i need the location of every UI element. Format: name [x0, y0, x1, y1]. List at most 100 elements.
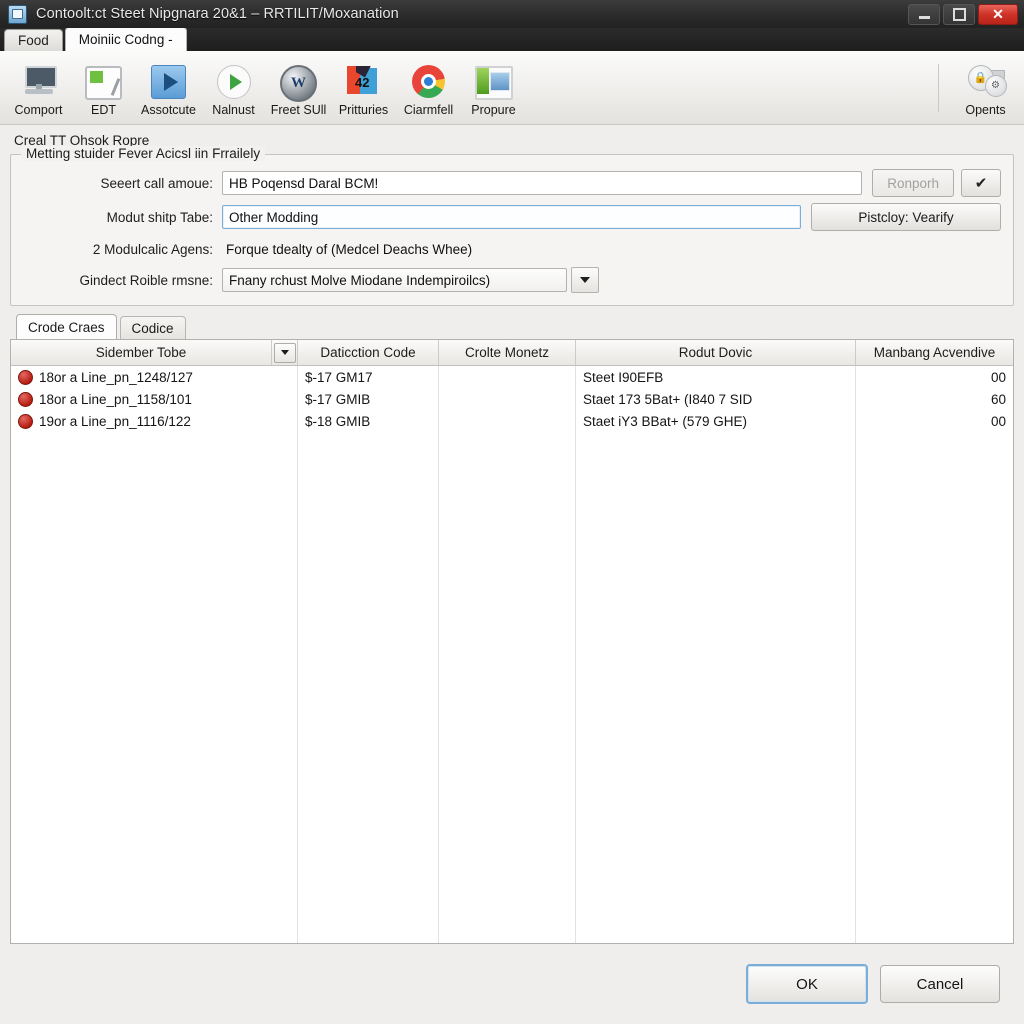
chevron-down-icon[interactable]: [571, 267, 599, 293]
toolbar-label-comport: Comport: [14, 102, 63, 117]
program-window-icon: [474, 62, 513, 100]
combo-gindect-roible-rmsne[interactable]: Fnany rchust Molve Miodane Indempiroilcs…: [222, 268, 567, 292]
error-bullet: [18, 391, 33, 407]
toolbar-item-assotcute[interactable]: Assotcute: [136, 59, 201, 117]
form-row-modulcalic-agens: 2 Modulcalic Agens: Forque tdealty of (M…: [23, 237, 1001, 261]
application-window: Contoolt:ct Steet Nipgnara 20&1 – RRTILI…: [0, 0, 1024, 1024]
monitor-icon: [20, 62, 58, 100]
checkmark-icon[interactable]: ✔: [961, 169, 1001, 197]
tab-crode-craes[interactable]: Crode Craes: [16, 314, 117, 339]
grid-body: 18or a Line_pn_1248/127 $-17 GM17 Steet …: [11, 366, 1013, 943]
toolbar-item-freet-sull[interactable]: W Freet SUll: [266, 59, 331, 117]
column-header-rodut-dovic[interactable]: Rodut Dovic: [576, 340, 856, 365]
report-button[interactable]: Ronporh: [872, 169, 954, 197]
label-modut-shitp-tabe: Modut shitp Tabe:: [106, 209, 213, 225]
toolbar-label-nalnust: Nalnust: [212, 102, 255, 117]
grid-column-rule: [297, 366, 298, 943]
row-actions-top: Ronporh ✔: [872, 169, 1001, 197]
cell-sidember-tobe: 18or a Line_pn_1158/101: [11, 391, 298, 407]
label-seeert-call-amoue: Seeert call amoue:: [100, 175, 213, 191]
maximize-button[interactable]: [943, 3, 975, 25]
cell-manbang-acvendive: 00: [990, 369, 1006, 385]
toolbar-item-comport[interactable]: Comport: [6, 59, 71, 117]
input-modut-shitp-tabe[interactable]: Other Modding: [222, 205, 801, 229]
toolbar-label-assotcute: Assotcute: [141, 102, 196, 117]
label-gindect-roible-rmsne: Gindect Roible rmsne:: [79, 272, 213, 288]
edit-screen-icon: [85, 62, 123, 100]
verify-button[interactable]: Pistcloy: Vearify: [811, 203, 1001, 231]
grid-column-rule: [438, 366, 439, 943]
table-row[interactable]: 19or a Line_pn_1116/122 $-18 GMIB Staet …: [11, 410, 1013, 432]
cell-daticction-code: $-17 GMIB: [305, 391, 371, 407]
dialog-footer: OK Cancel: [0, 952, 1024, 1024]
close-button[interactable]: ✕: [978, 3, 1018, 25]
minimize-button[interactable]: [908, 3, 940, 25]
vw-emblem-icon: W: [280, 62, 318, 102]
app-icon: [8, 4, 27, 24]
table-row[interactable]: 18or a Line_pn_1158/101 $-17 GMIB Staet …: [11, 388, 1013, 410]
cell-sidember-tobe: 18or a Line_pn_1248/127: [11, 369, 298, 385]
toolbar: Comport EDT Assotcute Nalnust W Freet SU…: [0, 51, 1024, 125]
window-title: Contoolt:ct Steet Nipgnara 20&1 – RRTILI…: [36, 6, 399, 22]
form-row-gindect-roible-rmsne: Gindect Roible rmsne: Fnany rchust Molve…: [23, 267, 1001, 293]
toolbar-label-pritturies: Pritturies: [338, 102, 389, 117]
groupbox-legend: Metting stuider Fever Acicsl iin Frraile…: [21, 146, 266, 161]
form-row-modut-shitp-tabe: Modut shitp Tabe: Other Modding Pistcloy…: [23, 203, 1001, 231]
grid-tab-strip: Crode Craes Codice: [10, 314, 1014, 339]
cell-rodut-dovic: Staet iY3 BBat+ (579 GHE): [583, 413, 747, 429]
value-modulcalic-agens: Forque tdealty of (Medcel Deachs Whee): [226, 241, 473, 257]
toolbar-item-pritturies[interactable]: 42 Pritturies: [331, 59, 396, 117]
label-modulcalic-agens: 2 Modulcalic Agens:: [92, 241, 213, 257]
table-row[interactable]: 18or a Line_pn_1248/127 $-17 GM17 Steet …: [11, 366, 1013, 388]
cell-sidember-tobe: 19or a Line_pn_1116/122: [11, 413, 298, 429]
tab-moinic-codng[interactable]: Moiniic Codng -: [64, 27, 187, 51]
toolbar-item-ciarmfell[interactable]: Ciarmfell: [396, 59, 461, 117]
window-controls: ✕: [908, 3, 1022, 25]
cell-daticction-code: $-17 GM17: [305, 369, 373, 385]
tab-food[interactable]: Food: [4, 29, 63, 51]
content-area: Creal TT Ohsok Ropre Metting stuider Fev…: [0, 125, 1024, 952]
grid-column-rule: [855, 366, 856, 943]
input-seeert-call-amoue[interactable]: HB Poqensd Daral BCM!: [222, 171, 863, 195]
cell-daticction-code: $-18 GMIB: [305, 413, 371, 429]
main-tab-strip: Food Moiniic Codng -: [0, 27, 1024, 51]
toolbar-label-ciarmfell: Ciarmfell: [403, 102, 454, 117]
green-play-circle-icon: [215, 62, 253, 100]
data-grid: Sidember Tobe Daticction Code Crolte Mon…: [10, 339, 1014, 944]
toolbar-label-opents: Opents: [965, 102, 1006, 117]
column-header-crolte-monetz[interactable]: Crolte Monetz: [439, 340, 576, 365]
column-header-manbang-acvendive[interactable]: Manbang Acvendive: [856, 340, 1013, 365]
toolbar-item-propure[interactable]: Propure: [461, 59, 526, 117]
toolbar-item-edt[interactable]: EDT: [71, 59, 136, 117]
cancel-button[interactable]: Cancel: [880, 965, 1000, 1003]
toolbar-right-group: 🔒 ⚙ Opents: [924, 59, 1018, 117]
blue-play-icon: [150, 62, 188, 100]
toolbar-label-freet-sull: Freet SUll: [270, 102, 327, 117]
grid-header-row: Sidember Tobe Daticction Code Crolte Mon…: [11, 340, 1013, 366]
settings-groupbox: Metting stuider Fever Acicsl iin Frraile…: [10, 146, 1014, 306]
form-row-seeert-call-amoue: Seeert call amoue: HB Poqensd Daral BCM!…: [23, 169, 1001, 197]
toolbar-label-propure: Propure: [471, 102, 516, 117]
toolbar-label-edt: EDT: [91, 102, 116, 117]
row-actions-verify: Pistcloy: Vearify: [811, 203, 1001, 231]
cell-rodut-dovic: Steet I90EFB: [583, 369, 664, 385]
error-bullet: [18, 413, 33, 429]
column-header-daticction-code[interactable]: Daticction Code: [298, 340, 439, 365]
tab-codice[interactable]: Codice: [119, 316, 186, 339]
error-bullet: [18, 369, 33, 385]
column-header-sidember-tobe[interactable]: Sidember Tobe: [11, 340, 272, 365]
cell-rodut-dovic: Staet 173 5Bat+ (I840 7 SID: [583, 391, 753, 407]
chrome-icon: [410, 62, 448, 100]
grid-column-rule: [575, 366, 576, 943]
cell-manbang-acvendive: 60: [990, 391, 1006, 407]
toolbar-main-group: Comport EDT Assotcute Nalnust W Freet SU…: [6, 59, 526, 117]
sort-dropdown-icon[interactable]: [272, 340, 298, 365]
cell-manbang-acvendive: 00: [990, 413, 1006, 429]
grid-panel: Crode Craes Codice Sidember Tobe Daticct…: [10, 314, 1014, 944]
ok-button[interactable]: OK: [746, 964, 868, 1004]
toolbar-separator: [938, 63, 939, 112]
pictures-icon: 42: [345, 62, 383, 100]
toolbar-item-opents[interactable]: 🔒 ⚙ Opents: [953, 59, 1018, 117]
options-gears-icon: 🔒 ⚙: [967, 62, 1007, 100]
toolbar-item-nalnust[interactable]: Nalnust: [201, 59, 266, 117]
